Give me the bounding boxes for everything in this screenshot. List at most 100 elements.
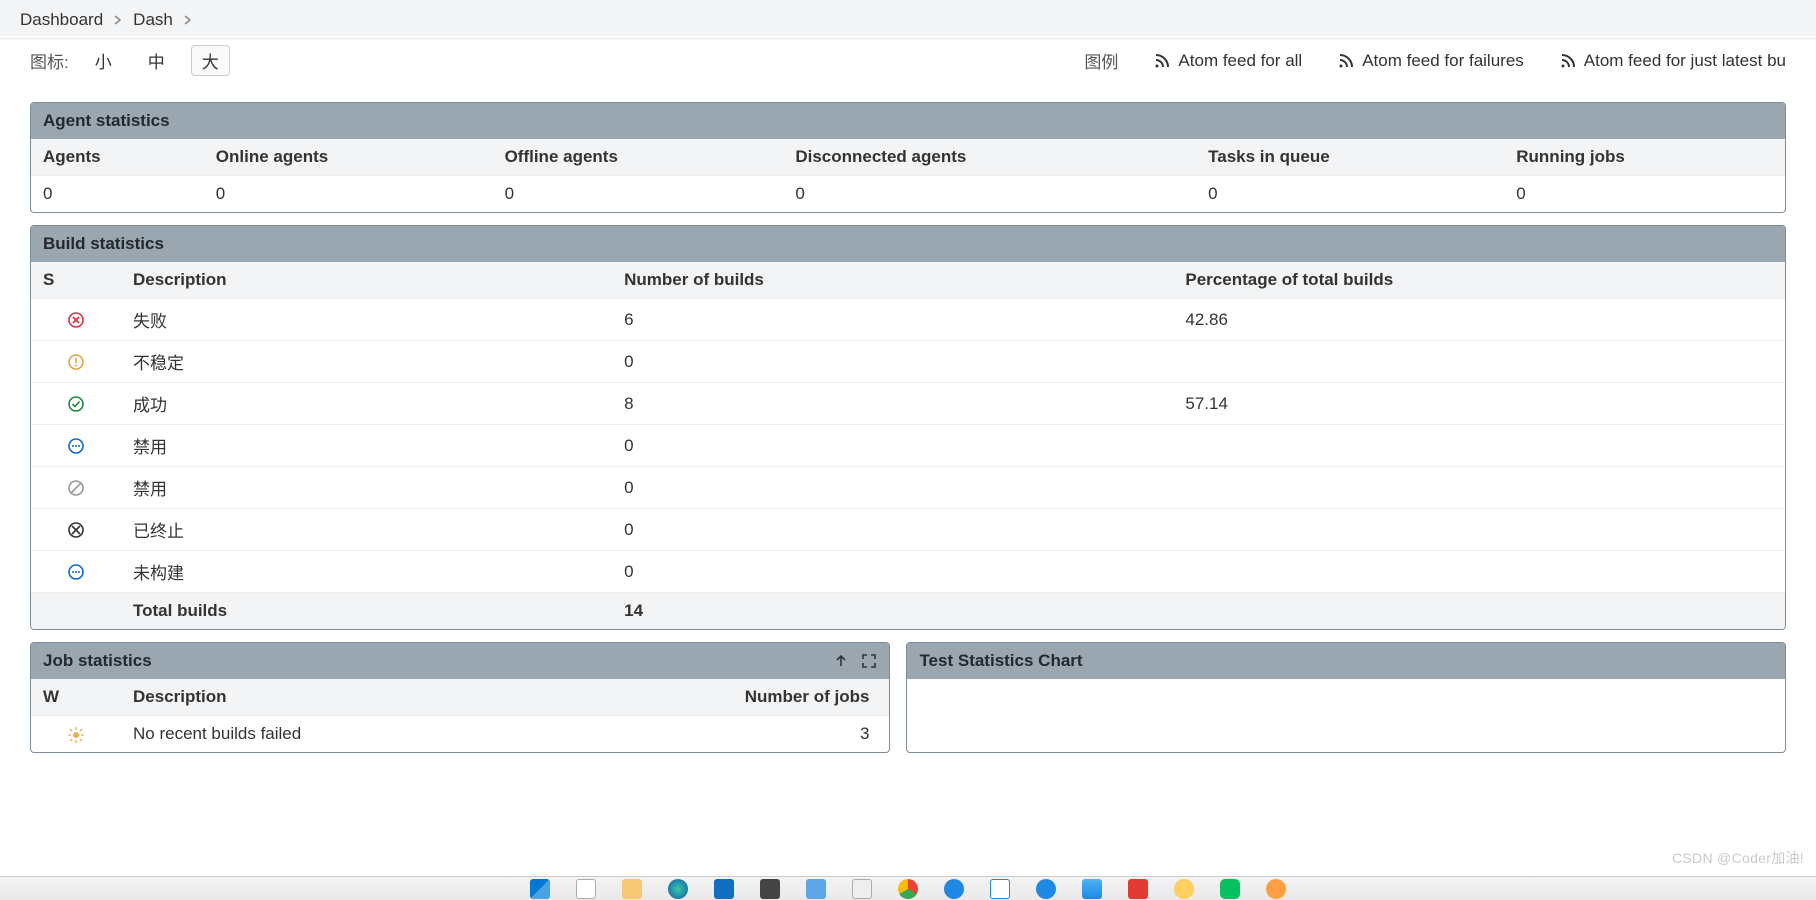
size-small-button[interactable]: 小 [85, 46, 122, 75]
test-statistics-panel: Test Statistics Chart [906, 642, 1786, 753]
unstable-icon [67, 353, 85, 371]
header-agents: Agents [31, 139, 204, 176]
build-statistics-title: Build statistics [31, 226, 1785, 262]
sun-icon [67, 726, 85, 744]
header-desc: Description [121, 679, 544, 716]
job-statistics-title: Job statistics [43, 651, 152, 671]
feed-latest-label: Atom feed for just latest bu [1584, 51, 1786, 71]
row-desc: 成功 [121, 383, 612, 425]
total-label: Total builds [121, 593, 612, 630]
row-pct: 57.14 [1173, 383, 1785, 425]
build-statistics-table: S Description Number of builds Percentag… [31, 262, 1785, 629]
size-large-button[interactable]: 大 [191, 45, 230, 76]
icon-size-label: 图标: [30, 48, 69, 73]
taskbar-app-icon[interactable] [1266, 879, 1286, 899]
build-statistics-panel: Build statistics S Description Number of… [30, 225, 1786, 630]
table-row: 禁用 0 [31, 467, 1785, 509]
value-offline: 0 [493, 176, 784, 213]
value-online: 0 [204, 176, 493, 213]
row-num: 0 [612, 509, 1173, 551]
row-desc: 未构建 [121, 551, 612, 593]
taskbar-app-icon[interactable] [852, 879, 872, 899]
taskbar [0, 876, 1816, 900]
feed-failures-label: Atom feed for failures [1362, 51, 1524, 71]
header-desc: Description [121, 262, 612, 299]
agent-stats-row: 0 0 0 0 0 0 [31, 176, 1785, 213]
taskbar-app-icon[interactable] [1036, 879, 1056, 899]
feed-latest-link[interactable]: Atom feed for just latest bu [1560, 51, 1786, 71]
header-offline: Offline agents [493, 139, 784, 176]
disabled-grey-icon [67, 479, 85, 497]
size-medium-button[interactable]: 中 [138, 46, 175, 75]
header-queue: Tasks in queue [1196, 139, 1504, 176]
header-num: Number of builds [612, 262, 1173, 299]
total-value: 14 [612, 593, 1173, 630]
header-online: Online agents [204, 139, 493, 176]
feed-failures-link[interactable]: Atom feed for failures [1338, 51, 1524, 71]
value-agents: 0 [31, 176, 204, 213]
taskbar-store-icon[interactable] [714, 879, 734, 899]
table-row: 已终止 0 [31, 509, 1785, 551]
taskbar-start-icon[interactable] [530, 879, 550, 899]
row-desc: 已终止 [121, 509, 612, 551]
row-num: 6 [612, 299, 1173, 341]
row-num: 8 [612, 383, 1173, 425]
table-row: No recent builds failed 3 [31, 716, 889, 753]
taskbar-edge-icon[interactable] [668, 879, 688, 899]
agent-statistics-table: Agents Online agents Offline agents Disc… [31, 139, 1785, 212]
row-pct [1173, 467, 1785, 509]
row-num: 3 [544, 716, 889, 753]
expand-icon[interactable] [861, 653, 877, 669]
test-statistics-title: Test Statistics Chart [907, 643, 1785, 679]
row-desc: 失败 [121, 299, 612, 341]
rss-icon [1338, 53, 1354, 69]
row-desc: 不稳定 [121, 341, 612, 383]
taskbar-terminal-icon[interactable] [760, 879, 780, 899]
row-pct [1173, 509, 1785, 551]
row-num: 0 [612, 551, 1173, 593]
row-num: 0 [612, 467, 1173, 509]
watermark: CSDN @Coder加油! [1672, 848, 1804, 868]
breadcrumb-dashboard[interactable]: Dashboard [20, 10, 103, 30]
taskbar-calendar-icon[interactable] [990, 879, 1010, 899]
table-row: 未构建 0 [31, 551, 1785, 593]
chevron-right-icon [183, 10, 193, 30]
value-running: 0 [1504, 176, 1785, 213]
header-pct: Percentage of total builds [1173, 262, 1785, 299]
feed-all-link[interactable]: Atom feed for all [1154, 51, 1302, 71]
taskbar-wechat-icon[interactable] [1220, 879, 1240, 899]
taskbar-chrome-icon[interactable] [898, 879, 918, 899]
taskbar-app-icon[interactable] [1174, 879, 1194, 899]
header-s: S [31, 262, 121, 299]
aborted-icon [67, 521, 85, 539]
chevron-right-icon [113, 10, 123, 30]
legend-label[interactable]: 图例 [1084, 48, 1118, 73]
taskbar-explorer-icon[interactable] [622, 879, 642, 899]
taskbar-app-icon[interactable] [576, 879, 596, 899]
table-row: 禁用 0 [31, 425, 1785, 467]
table-row: 失败 6 42.86 [31, 299, 1785, 341]
header-num: Number of jobs [544, 679, 889, 716]
agent-statistics-title: Agent statistics [31, 103, 1785, 139]
row-num: 0 [612, 341, 1173, 383]
taskbar-app-icon[interactable] [806, 879, 826, 899]
agent-statistics-panel: Agent statistics Agents Online agents Of… [30, 102, 1786, 213]
job-statistics-panel: Job statistics W Description Number of j… [30, 642, 890, 753]
taskbar-app-icon[interactable] [944, 879, 964, 899]
failed-icon [67, 311, 85, 329]
breadcrumb-dash[interactable]: Dash [133, 10, 173, 30]
rss-icon [1560, 53, 1576, 69]
arrow-up-icon[interactable] [833, 653, 849, 669]
table-row: 不稳定 0 [31, 341, 1785, 383]
row-num: 0 [612, 425, 1173, 467]
rss-icon [1154, 53, 1170, 69]
disabled-icon [67, 437, 85, 455]
taskbar-app-icon[interactable] [1128, 879, 1148, 899]
job-statistics-table: W Description Number of jobs No recent b… [31, 679, 889, 752]
row-pct [1173, 425, 1785, 467]
value-queue: 0 [1196, 176, 1504, 213]
header-disconnected: Disconnected agents [783, 139, 1196, 176]
taskbar-app-icon[interactable] [1082, 879, 1102, 899]
row-pct [1173, 551, 1785, 593]
row-desc: No recent builds failed [121, 716, 544, 753]
